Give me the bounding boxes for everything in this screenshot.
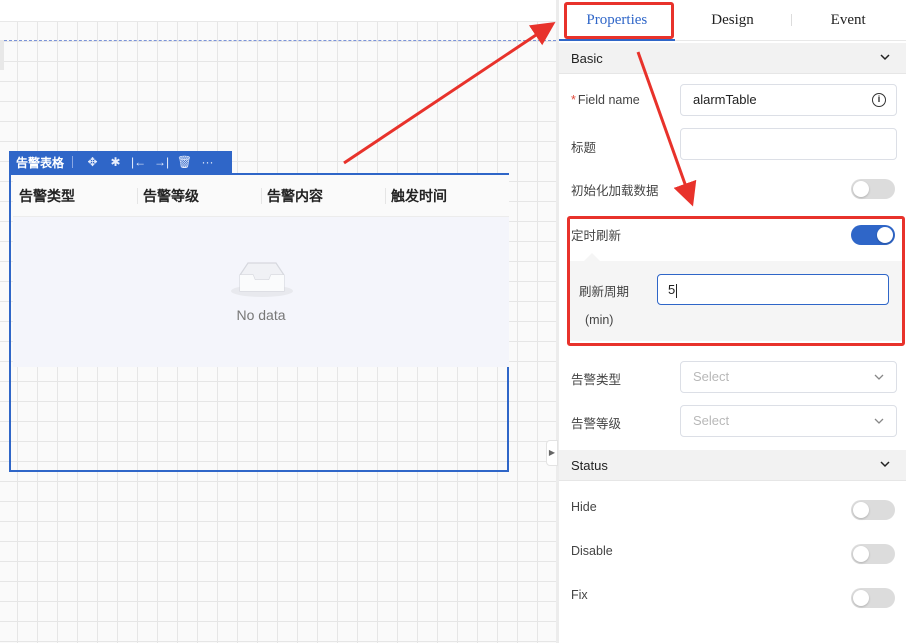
tab-event[interactable]: Event: [790, 0, 906, 40]
design-canvas[interactable]: 告警表格 ✥ ✱ |← →| 🗑 ··· 告警类型 告警等级 告警内容 触发时间…: [0, 0, 556, 643]
alarm-type-placeholder: Select: [693, 369, 730, 384]
refresh-period-label: 刷新周期: [579, 285, 630, 299]
hide-label: Hide: [571, 500, 597, 514]
alarm-table-widget[interactable]: 告警类型 告警等级 告警内容 触发时间 No data: [9, 173, 509, 472]
column-header-alarm-type[interactable]: 告警类型: [13, 175, 137, 217]
canvas-top-bar: [0, 0, 556, 22]
alarm-level-placeholder: Select: [693, 413, 730, 428]
disable-label: Disable: [571, 544, 613, 558]
title-input[interactable]: [680, 128, 897, 160]
tab-divider: [791, 14, 792, 26]
column-header-alarm-level[interactable]: 告警等级: [137, 175, 261, 217]
timed-refresh-label: 定时刷新: [571, 229, 622, 243]
delete-icon[interactable]: 🗑: [173, 155, 196, 169]
empty-box-icon: [231, 262, 293, 297]
refresh-period-value: 5: [668, 282, 676, 297]
timed-refresh-toggle[interactable]: [851, 225, 895, 245]
chevron-down-icon: [874, 374, 884, 380]
align-left-icon[interactable]: |←: [127, 155, 150, 169]
tab-design[interactable]: Design: [675, 0, 791, 40]
table-body: No data: [13, 217, 509, 367]
settings-icon[interactable]: ✱: [104, 155, 127, 169]
refresh-box-notch: [584, 253, 600, 261]
section-status-header[interactable]: Status: [559, 450, 906, 481]
widget-toolbar: 告警表格 ✥ ✱ |← →| 🗑 ···: [9, 151, 232, 173]
panel-tabs: Properties Design Event: [559, 0, 906, 41]
title-label: 标题: [571, 141, 597, 155]
alarm-type-select[interactable]: Select: [680, 361, 897, 393]
column-header-alarm-content[interactable]: 告警内容: [261, 175, 385, 217]
canvas-left-strip: [0, 40, 4, 70]
field-name-value: alarmTable: [693, 92, 757, 107]
alarm-level-select[interactable]: Select: [680, 405, 897, 437]
alarm-type-label: 告警类型: [571, 373, 622, 387]
chevron-down-icon: [880, 54, 890, 61]
fix-label: Fix: [571, 588, 588, 602]
info-icon[interactable]: i: [872, 93, 886, 107]
section-basic-title: Basic: [571, 51, 603, 66]
refresh-period-unit: (min): [585, 313, 614, 327]
section-basic-header[interactable]: Basic: [559, 43, 906, 74]
field-name-label: * Field name: [571, 93, 640, 107]
canvas-drop-guide: [4, 40, 556, 41]
tab-properties[interactable]: Properties: [559, 0, 675, 41]
collapse-panel-handle[interactable]: ▶: [546, 440, 558, 466]
widget-title: 告警表格: [16, 155, 65, 170]
empty-text: No data: [236, 307, 286, 323]
text-cursor: [676, 283, 678, 298]
section-status-title: Status: [571, 458, 608, 473]
align-right-icon[interactable]: →|: [150, 155, 173, 169]
column-header-trigger-time[interactable]: 触发时间: [385, 175, 509, 217]
fix-toggle[interactable]: [851, 588, 895, 608]
field-name-input[interactable]: alarmTable i: [680, 84, 897, 116]
init-load-label: 初始化加载数据: [571, 184, 659, 198]
move-icon[interactable]: ✥: [81, 155, 104, 169]
disable-toggle[interactable]: [851, 544, 895, 564]
alarm-level-label: 告警等级: [571, 417, 622, 431]
hide-toggle[interactable]: [851, 500, 895, 520]
more-icon[interactable]: ···: [196, 155, 219, 169]
chevron-down-icon: [874, 418, 884, 424]
table-header: 告警类型 告警等级 告警内容 触发时间: [13, 175, 509, 217]
chevron-down-icon: [880, 461, 890, 468]
toolbar-divider: [72, 156, 74, 168]
init-load-toggle[interactable]: [851, 179, 895, 199]
properties-panel: Properties Design Event Basic * Field nam…: [559, 0, 906, 643]
refresh-period-input[interactable]: 5: [657, 274, 889, 305]
